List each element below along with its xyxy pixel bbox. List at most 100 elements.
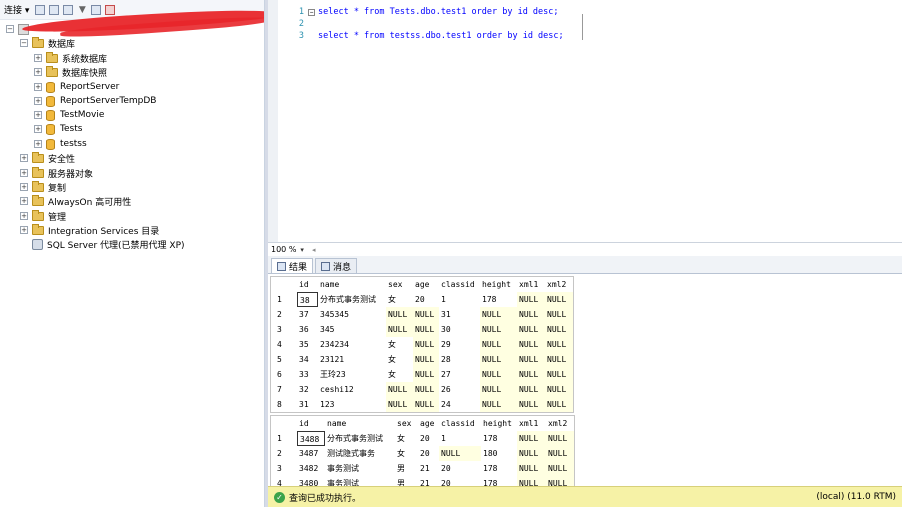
grid-cell[interactable]: NULL [546, 431, 574, 446]
table-row[interactable]: 7 32 ceshi12 NULL NULL 26 NULL NULL NULL [271, 382, 573, 397]
table-row[interactable]: 8 31 123 NULL NULL 24 NULL NULL NULL [271, 397, 573, 412]
grid-cell[interactable]: 女 [386, 337, 413, 352]
code-text[interactable]: select * from Tests.dbo.test1 order by i… [318, 7, 559, 17]
grid-cell[interactable]: 1 [439, 292, 480, 307]
grid-cell[interactable]: NULL [545, 352, 573, 367]
grid-cell[interactable]: 20 [418, 446, 439, 461]
grid-cell[interactable]: NULL [480, 397, 517, 412]
table-row[interactable]: 6 33 王玲23 女 NULL 27 NULL NULL NULL [271, 367, 573, 382]
grid-cell[interactable]: NULL [546, 446, 574, 461]
grid-cell[interactable]: 21 [418, 461, 439, 476]
table-row[interactable]: 1 38 分布式事务测试女 20 1 178 NULL NULL [271, 292, 573, 307]
grid-cell[interactable]: NULL [517, 352, 545, 367]
grid-cell[interactable]: 23121 [318, 352, 386, 367]
grid-cell[interactable]: 34 [297, 352, 318, 367]
tree-item[interactable]: + 安全性 [20, 151, 75, 165]
grid-cell[interactable]: 178 [481, 461, 517, 476]
grid-cell[interactable]: 女 [386, 292, 413, 307]
tree-item[interactable]: + TestMovie [34, 108, 104, 122]
code-line[interactable]: 1− select * from Tests.dbo.test1 order by… [290, 6, 559, 18]
row-number[interactable]: 4 [271, 337, 297, 352]
grid-cell[interactable]: NULL [517, 307, 545, 322]
row-number[interactable]: 2 [271, 307, 297, 322]
collapse-icon[interactable]: − [308, 8, 315, 16]
expand-icon[interactable]: + [20, 212, 28, 220]
tab-results[interactable]: 结果 [271, 258, 314, 273]
grid-cell[interactable]: NULL [545, 307, 573, 322]
grid-corner[interactable] [271, 277, 297, 292]
column-header[interactable]: name [318, 277, 386, 292]
row-number[interactable]: 1 [271, 292, 297, 307]
row-number[interactable]: 5 [271, 352, 297, 367]
result-grid-1[interactable]: id name sex age classid height xml1 xml2 1 38 分布式事… [270, 276, 574, 413]
column-header[interactable]: classid [439, 416, 481, 431]
grid-cell[interactable]: 345345 [318, 307, 386, 322]
grid-cell[interactable]: NULL [480, 337, 517, 352]
column-header[interactable]: xml1 [517, 277, 545, 292]
row-number[interactable]: 6 [271, 367, 297, 382]
grid-cell[interactable]: 345 [318, 322, 386, 337]
grid-cell[interactable]: NULL [413, 382, 439, 397]
grid-cell[interactable]: NULL [480, 367, 517, 382]
grid-cell[interactable]: 27 [439, 367, 480, 382]
grid-cell[interactable]: NULL [413, 337, 439, 352]
grid-cell[interactable]: 31 [297, 397, 318, 412]
result-grid-2[interactable]: id name sex age classid height xml1 xml2 1 3488 分布… [270, 415, 575, 492]
chevron-down-icon[interactable]: ▾ [300, 246, 304, 254]
grid-cell[interactable]: 女 [395, 431, 418, 446]
column-header[interactable]: xml1 [517, 416, 546, 431]
grid-cell[interactable]: NULL [480, 322, 517, 337]
column-header[interactable]: age [413, 277, 439, 292]
expand-icon[interactable]: + [20, 183, 28, 191]
column-header[interactable]: id [297, 416, 325, 431]
column-header[interactable]: sex [395, 416, 418, 431]
grid-cell[interactable]: NULL [517, 461, 546, 476]
grid-cell[interactable]: NULL [480, 307, 517, 322]
scroll-left-icon[interactable]: ◂ [312, 246, 316, 254]
grid-cell[interactable]: 分布式事务测试 [318, 292, 386, 307]
column-header[interactable]: xml2 [545, 277, 573, 292]
table-row[interactable]: 3 36 345 NULL NULL 30 NULL NULL NULL [271, 322, 573, 337]
column-header[interactable]: name [325, 416, 395, 431]
tree-item[interactable]: + 系统数据库 [34, 51, 107, 65]
grid-cell[interactable]: NULL [517, 446, 546, 461]
grid-cell[interactable]: NULL [413, 397, 439, 412]
tree-item[interactable]: + 复制 [20, 180, 66, 194]
grid-cell[interactable]: NULL [386, 382, 413, 397]
grid-cell[interactable]: 28 [439, 352, 480, 367]
grid-cell[interactable]: 24 [439, 397, 480, 412]
row-number[interactable]: 3 [271, 461, 297, 476]
grid-cell[interactable]: 38 [297, 292, 318, 307]
grid-cell[interactable]: 测试隐式事务 [325, 446, 395, 461]
grid-cell[interactable]: 234234 [318, 337, 386, 352]
grid-cell[interactable]: 3482 [297, 461, 325, 476]
column-header[interactable]: classid [439, 277, 480, 292]
query-editor[interactable]: 1− select * from Tests.dbo.test1 order by… [268, 0, 902, 242]
expand-icon[interactable]: + [34, 97, 42, 105]
grid-cell[interactable]: 20 [418, 431, 439, 446]
connect-icon[interactable] [35, 4, 46, 15]
grid-cell[interactable]: NULL [413, 367, 439, 382]
collapse-icon[interactable]: − [20, 39, 28, 47]
tree-item[interactable]: SQL Server 代理(已禁用代理 XP) [20, 237, 185, 251]
grid-cell[interactable]: 3488 [297, 431, 325, 446]
tree-item[interactable]: + ReportServer [34, 80, 119, 94]
connect-button[interactable]: 连接 ▾ [4, 3, 29, 16]
expand-icon[interactable]: + [20, 154, 28, 162]
row-number[interactable]: 2 [271, 446, 297, 461]
code-line[interactable]: 2 [290, 18, 318, 30]
table-row[interactable]: 2 3487 测试隐式事务女 20 NULL 180 NULL NULL [271, 446, 574, 461]
grid-cell[interactable]: NULL [480, 382, 517, 397]
grid-cell[interactable]: NULL [546, 461, 574, 476]
stop-icon[interactable] [63, 4, 74, 15]
grid-cell[interactable]: 男 [395, 461, 418, 476]
row-number[interactable]: 8 [271, 397, 297, 412]
tree-item[interactable]: + Tests [34, 122, 82, 136]
grid-cell[interactable]: NULL [413, 352, 439, 367]
column-header[interactable]: height [480, 277, 517, 292]
table-row[interactable]: 4 35 234234 女 NULL 29 NULL NULL NULL [271, 337, 573, 352]
grid-cell[interactable]: 事务测试 [325, 461, 395, 476]
grid-cell[interactable]: 1 [439, 431, 481, 446]
grid-cell[interactable]: NULL [517, 292, 545, 307]
grid-cell[interactable]: 女 [386, 367, 413, 382]
